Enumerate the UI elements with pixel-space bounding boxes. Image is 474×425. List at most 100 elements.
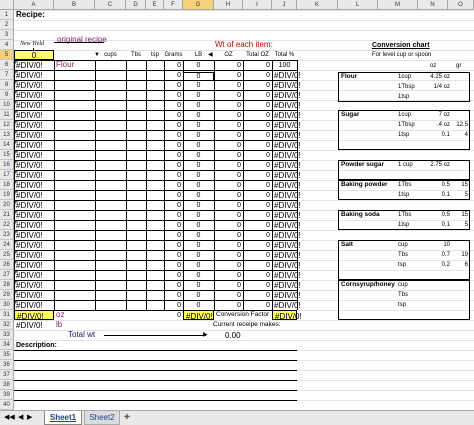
oz-cell[interactable]: 0 bbox=[214, 122, 241, 129]
row-header[interactable]: 37 bbox=[0, 370, 14, 380]
grams-cell[interactable]: 0 bbox=[164, 282, 181, 289]
row-header[interactable]: 14 bbox=[0, 140, 14, 150]
grams-cell[interactable]: 0 bbox=[164, 242, 181, 249]
row-header[interactable]: 21 bbox=[0, 210, 14, 220]
yield-cell[interactable]: #DIV/0! bbox=[16, 192, 43, 200]
row-header[interactable]: 5 bbox=[0, 50, 14, 60]
row-header[interactable]: 18 bbox=[0, 180, 14, 190]
yield-cell[interactable]: #DIV/0! bbox=[16, 222, 43, 230]
row-header[interactable]: 24 bbox=[0, 240, 14, 250]
grams-cell[interactable]: 0 bbox=[164, 262, 181, 269]
row-header[interactable]: 12 bbox=[0, 120, 14, 130]
total-percent-cell[interactable]: #DIV/0! bbox=[274, 292, 301, 300]
total-oz-cell[interactable]: 0 bbox=[243, 72, 270, 79]
row-header[interactable]: 36 bbox=[0, 360, 14, 370]
column-header-k[interactable]: K bbox=[297, 0, 338, 10]
total-lb[interactable]: #DIV/0! bbox=[183, 310, 214, 321]
oz-cell[interactable]: 0 bbox=[214, 182, 241, 189]
total-oz-cell[interactable]: 0 bbox=[243, 262, 270, 269]
total-oz-cell[interactable]: 0 bbox=[243, 192, 270, 199]
yield-cell[interactable]: #DIV/0! bbox=[16, 92, 43, 100]
grams-cell[interactable]: 0 bbox=[164, 192, 181, 199]
grams-cell[interactable]: 0 bbox=[164, 142, 181, 149]
row-header[interactable]: 16 bbox=[0, 160, 14, 170]
total-percent-cell[interactable]: #DIV/0! bbox=[274, 192, 301, 200]
oz-cell[interactable]: 0 bbox=[214, 262, 241, 269]
yield-cell[interactable]: #DIV/0! bbox=[16, 82, 43, 90]
row-header[interactable]: 33 bbox=[0, 330, 14, 340]
row-header[interactable]: 11 bbox=[0, 110, 14, 120]
yield-cell[interactable]: #DIV/0! bbox=[16, 72, 43, 80]
row-header[interactable]: 39 bbox=[0, 390, 14, 400]
row-header[interactable]: 10 bbox=[0, 100, 14, 110]
row-header[interactable]: 31 bbox=[0, 310, 14, 320]
total-percent-cell[interactable]: #DIV/0! bbox=[274, 82, 301, 90]
column-header-o[interactable]: O bbox=[448, 0, 474, 10]
column-header-l[interactable]: L bbox=[338, 0, 378, 10]
total-oz-cell[interactable]: 0 bbox=[243, 112, 270, 119]
row-header[interactable]: 9 bbox=[0, 90, 14, 100]
row-header[interactable]: 29 bbox=[0, 290, 14, 300]
lb-cell[interactable]: 0 bbox=[183, 82, 214, 89]
total-oz-cell[interactable]: 0 bbox=[243, 182, 270, 189]
total-oz-cell[interactable]: 0 bbox=[243, 62, 270, 69]
select-all-corner[interactable] bbox=[0, 0, 14, 10]
grams-cell[interactable]: 0 bbox=[164, 292, 181, 299]
row-header[interactable]: 25 bbox=[0, 250, 14, 260]
total-percent-cell[interactable]: #DIV/0! bbox=[274, 302, 301, 310]
column-header-n[interactable]: N bbox=[418, 0, 448, 10]
oz-cell[interactable]: 0 bbox=[214, 142, 241, 149]
total-oz-cell[interactable]: 0 bbox=[243, 232, 270, 239]
row-header[interactable]: 22 bbox=[0, 220, 14, 230]
row-header[interactable]: 35 bbox=[0, 350, 14, 360]
total-percent-cell[interactable]: #DIV/0! bbox=[274, 162, 301, 170]
total-grams[interactable]: 0 bbox=[164, 312, 181, 319]
grams-cell[interactable]: 0 bbox=[164, 152, 181, 159]
grams-cell[interactable]: 0 bbox=[164, 72, 181, 79]
lb-cell[interactable]: 0 bbox=[183, 182, 214, 189]
lb-cell[interactable]: 0 bbox=[183, 92, 214, 99]
total-percent-cell[interactable]: #DIV/0! bbox=[274, 112, 301, 120]
grams-cell[interactable]: 0 bbox=[164, 252, 181, 259]
lb-cell[interactable]: 0 bbox=[183, 252, 214, 259]
oz-cell[interactable]: 0 bbox=[214, 72, 241, 79]
total-oz-cell[interactable]: 0 bbox=[243, 82, 270, 89]
total-percent-cell[interactable]: #DIV/0! bbox=[274, 102, 301, 110]
lb-cell[interactable]: 0 bbox=[183, 232, 214, 239]
lb-cell[interactable]: 0 bbox=[183, 272, 214, 279]
lb-cell[interactable]: 0 bbox=[183, 62, 214, 69]
total-oz-cell[interactable]: 0 bbox=[243, 222, 270, 229]
grams-cell[interactable]: 0 bbox=[164, 212, 181, 219]
total-percent-cell[interactable]: #DIV/0! bbox=[274, 152, 301, 160]
oz-cell[interactable]: 0 bbox=[214, 222, 241, 229]
oz-cell[interactable]: 0 bbox=[214, 152, 241, 159]
column-header-j[interactable]: J bbox=[272, 0, 297, 10]
yield-cell[interactable]: #DIV/0! bbox=[16, 172, 43, 180]
total-oz-cell[interactable]: 0 bbox=[243, 172, 270, 179]
row-header[interactable]: 26 bbox=[0, 260, 14, 270]
oz-cell[interactable]: 0 bbox=[214, 252, 241, 259]
grams-cell[interactable]: 0 bbox=[164, 82, 181, 89]
row-header[interactable]: 2 bbox=[0, 20, 14, 30]
lb-cell[interactable]: 0 bbox=[183, 302, 214, 309]
column-header-d[interactable]: D bbox=[126, 0, 146, 10]
total-percent-cell[interactable]: #DIV/0! bbox=[274, 142, 301, 150]
yield-cell[interactable]: #DIV/0! bbox=[16, 252, 43, 260]
total-percent-cell[interactable]: #DIV/0! bbox=[274, 202, 301, 210]
tab-sheet1[interactable]: Sheet1 bbox=[44, 411, 82, 425]
total-oz-cell[interactable]: 0 bbox=[243, 92, 270, 99]
tab-nav-first-icon[interactable]: ◀◀ bbox=[4, 414, 15, 421]
lb-cell[interactable]: 0 bbox=[183, 192, 214, 199]
lb-cell[interactable]: 0 bbox=[183, 172, 214, 179]
tab-nav-prev-icon[interactable]: ◀ bbox=[18, 414, 23, 421]
row-header[interactable]: 8 bbox=[0, 80, 14, 90]
oz-cell[interactable]: 0 bbox=[214, 102, 241, 109]
total-oz-cell[interactable]: 0 bbox=[243, 252, 270, 259]
yield-cell[interactable]: #DIV/0! bbox=[16, 212, 43, 220]
grams-cell[interactable]: 0 bbox=[164, 62, 181, 69]
conversion-factor-value[interactable]: #DIV/0! bbox=[272, 310, 302, 321]
total-yield-oz[interactable]: #DIV/0! bbox=[14, 310, 54, 321]
yield-cell[interactable]: #DIV/0! bbox=[16, 162, 43, 170]
row-header[interactable]: 4 bbox=[0, 40, 14, 50]
oz-cell[interactable]: 0 bbox=[214, 112, 241, 119]
